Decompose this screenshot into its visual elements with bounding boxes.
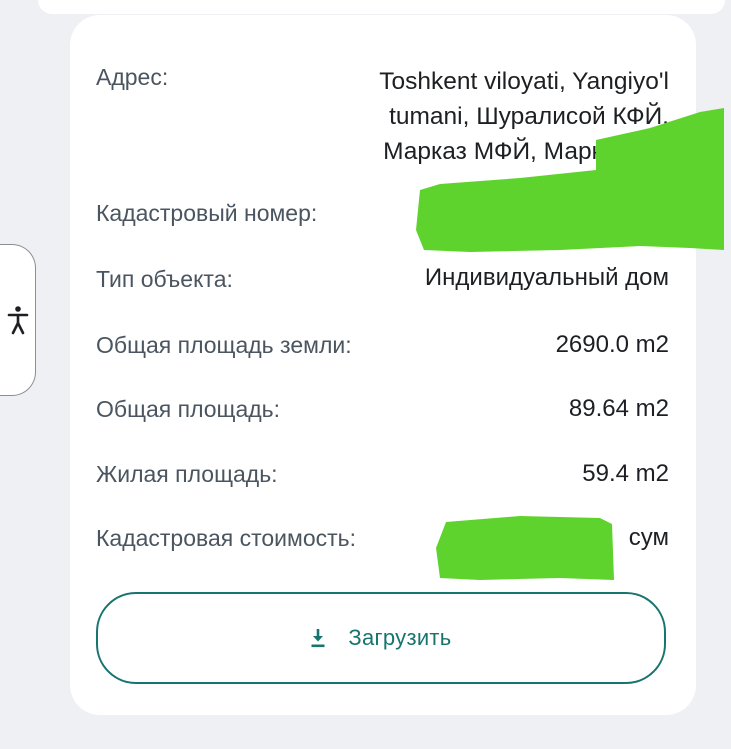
cadastral-value-label: Кадастровая стоимость: — [96, 525, 357, 551]
total-area-label: Общая площадь: — [96, 396, 281, 422]
download-button-label: Загрузить — [348, 625, 452, 650]
address-value: Toshkent viloyati, Yangiyo'l tumani, Шур… — [199, 64, 669, 169]
previous-card-edge — [38, 0, 725, 14]
object-type-value: Индивидуальный дом — [424, 264, 669, 291]
total-land-area-value: 2690.0 m2 — [555, 331, 669, 358]
address-line-3: Марказ МФЙ, Марказ, до — [383, 138, 669, 165]
cadastral-number-label: Кадастровый номер: — [96, 200, 318, 226]
total-area-value: 89.64 m2 — [568, 395, 669, 422]
download-button[interactable]: Загрузить — [96, 592, 666, 684]
living-area-value: 59.4 m2 — [582, 460, 669, 487]
download-icon — [311, 629, 325, 648]
object-type-label: Тип объекта: — [96, 266, 233, 292]
address-label: Адрес: — [96, 64, 169, 90]
total-land-area-label: Общая площадь земли: — [96, 332, 352, 358]
accessibility-toggle[interactable] — [0, 244, 36, 396]
address-line-1: Toshkent viloyati, Yangiyo'l — [379, 68, 669, 95]
living-area-label: Жилая площадь: — [96, 461, 278, 487]
accessibility-icon — [7, 306, 28, 335]
address-line-2: tumani, Шуралисой КФЙ, — [389, 103, 669, 130]
cadastral-value-currency: сум — [628, 524, 669, 551]
